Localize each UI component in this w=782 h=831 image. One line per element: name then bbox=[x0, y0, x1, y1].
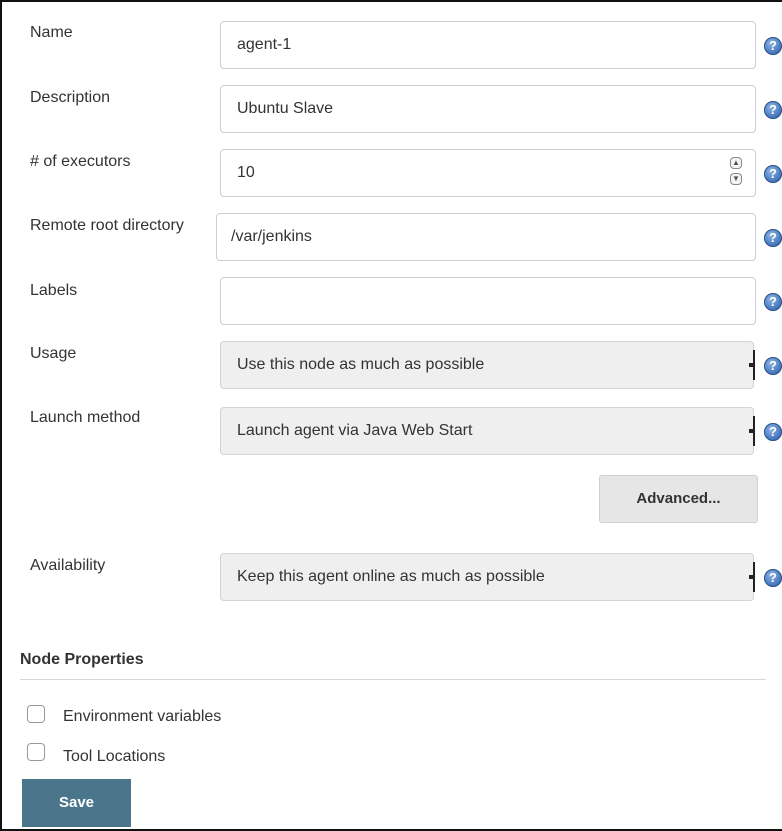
labels-label: Labels bbox=[30, 282, 78, 299]
section-divider bbox=[20, 679, 766, 680]
executors-label: # of executors bbox=[30, 153, 131, 170]
availability-label: Availability bbox=[30, 557, 106, 574]
environment-variables-label[interactable]: Environment variables bbox=[63, 708, 221, 726]
stepper-down-icon[interactable]: ▼ bbox=[730, 173, 742, 185]
labels-input[interactable] bbox=[220, 277, 756, 325]
availability-help-icon[interactable]: ? bbox=[764, 569, 782, 587]
executors-help-icon[interactable]: ? bbox=[764, 165, 782, 183]
executors-input[interactable]: 10 bbox=[220, 149, 756, 197]
save-button[interactable]: Save bbox=[22, 779, 131, 827]
tool-locations-label[interactable]: Tool Locations bbox=[63, 748, 165, 766]
launch-method-help-icon[interactable]: ? bbox=[764, 423, 782, 441]
advanced-button[interactable]: Advanced... bbox=[599, 475, 758, 523]
description-label: Description bbox=[30, 89, 111, 106]
remote-root-label: Remote root directory bbox=[30, 217, 184, 234]
description-help-icon[interactable]: ? bbox=[764, 101, 782, 119]
usage-selected-value: Use this node as much as possible bbox=[237, 356, 485, 373]
usage-help-icon[interactable]: ? bbox=[764, 357, 782, 375]
launch-method-selected-value: Launch agent via Java Web Start bbox=[237, 422, 473, 439]
stepper-up-icon[interactable]: ▲ bbox=[730, 157, 742, 169]
launch-method-label: Launch method bbox=[30, 409, 141, 426]
dropdown-handle-icon[interactable] bbox=[749, 350, 755, 380]
name-input[interactable]: agent-1 bbox=[220, 21, 756, 69]
node-properties-title: Node Properties bbox=[20, 651, 144, 668]
dropdown-handle-icon[interactable] bbox=[749, 416, 755, 446]
tool-locations-checkbox[interactable] bbox=[27, 743, 45, 761]
remote-root-help-icon[interactable]: ? bbox=[764, 229, 782, 247]
availability-select[interactable]: Keep this agent online as much as possib… bbox=[220, 553, 755, 601]
launch-method-select[interactable]: Launch agent via Java Web Start bbox=[220, 407, 755, 455]
executors-stepper[interactable]: ▲ ▼ bbox=[730, 157, 744, 185]
remote-root-input[interactable]: /var/jenkins bbox=[216, 213, 756, 261]
environment-variables-checkbox[interactable] bbox=[27, 705, 45, 723]
name-help-icon[interactable]: ? bbox=[764, 37, 782, 55]
availability-selected-value: Keep this agent online as much as possib… bbox=[237, 568, 545, 585]
labels-help-icon[interactable]: ? bbox=[764, 293, 782, 311]
dropdown-handle-icon[interactable] bbox=[749, 562, 755, 592]
name-label: Name bbox=[30, 24, 73, 41]
description-input[interactable]: Ubuntu Slave bbox=[220, 85, 756, 133]
usage-label: Usage bbox=[30, 345, 77, 362]
usage-select[interactable]: Use this node as much as possible bbox=[220, 341, 755, 389]
